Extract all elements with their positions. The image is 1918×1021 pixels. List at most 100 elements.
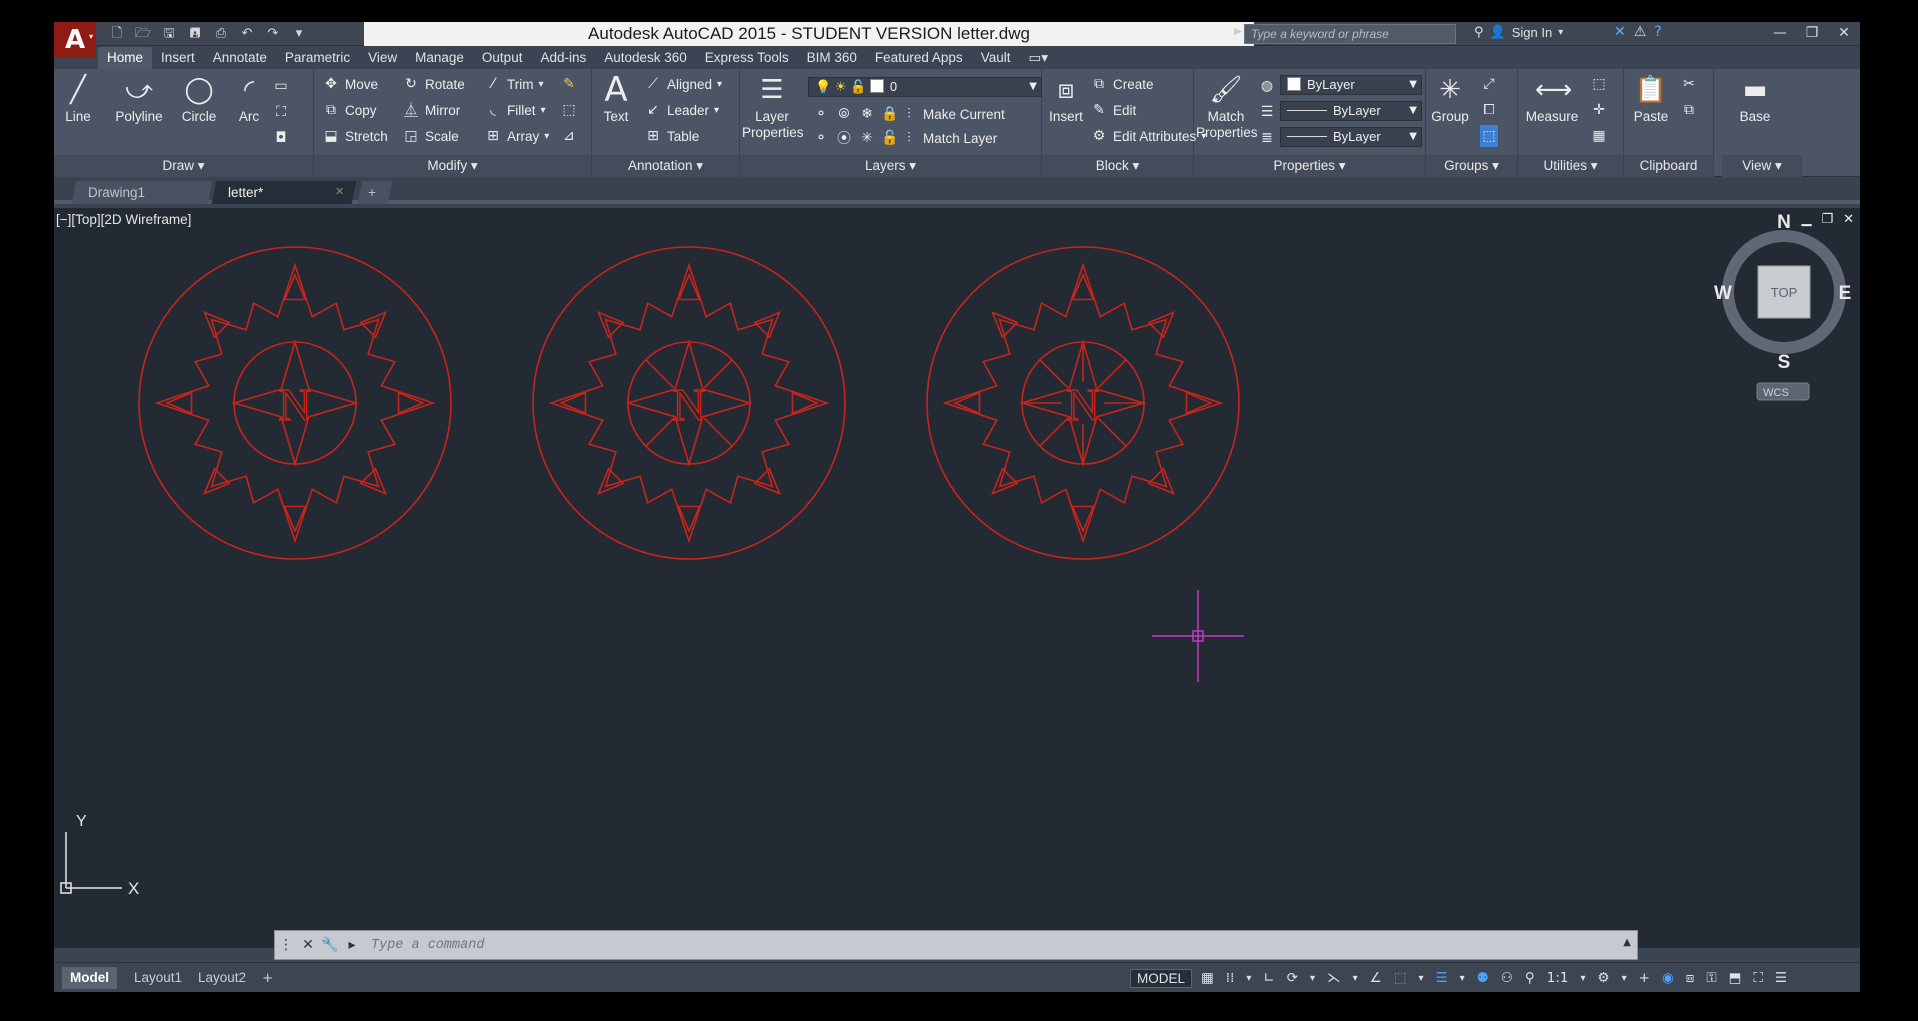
polyline-button[interactable]: ⤻ Polyline [106, 73, 172, 124]
measure-button[interactable]: ⟷ Measure [1522, 73, 1582, 124]
chevron-down-icon[interactable]: ▾ [1307, 973, 1318, 984]
polar-icon[interactable]: ⟳ [1284, 970, 1301, 986]
tab-featured-apps[interactable]: Featured Apps [866, 47, 972, 69]
trim-button[interactable]: ⁄ Trim ▾ [484, 73, 544, 95]
mirror-button[interactable]: ⏅ Mirror [402, 99, 460, 121]
layer-lock-icon[interactable]: 🔒 [881, 106, 899, 122]
close-icon[interactable]: ✕ [335, 181, 344, 204]
edit-attributes-button[interactable]: ⚙ Edit Attributes ▾ [1090, 125, 1207, 147]
tab-express-tools[interactable]: Express Tools [696, 47, 798, 69]
ribbon-minimize-icon[interactable]: ▭▾ [1019, 47, 1057, 69]
tab-autodesk-360[interactable]: Autodesk 360 [595, 47, 696, 69]
layout-tab-model[interactable]: Model [62, 967, 117, 989]
layer-thaw-icon[interactable]: ✳ [858, 130, 876, 146]
redo-icon[interactable]: ↷ [262, 25, 284, 43]
ortho-icon[interactable]: ∟ [1260, 970, 1277, 986]
tab-vault[interactable]: Vault [972, 47, 1020, 69]
auto-scale-icon[interactable]: ⚇ [1498, 970, 1516, 986]
text-button[interactable]: A Text [596, 73, 636, 124]
a360-icon[interactable]: ⚠ [1634, 24, 1647, 40]
binoculars-icon[interactable]: ⚲ [1474, 25, 1484, 40]
chevron-down-icon[interactable]: ▾ [1350, 973, 1361, 984]
arc-button[interactable]: ◜ Arc [226, 73, 272, 124]
lineweight-display-icon[interactable]: ☰ [1433, 970, 1451, 986]
annotation-panel-title[interactable]: Annotation ▾ [592, 155, 739, 177]
chevron-down-icon[interactable]: ▾ [1577, 973, 1588, 984]
grid-icon[interactable]: ▦ [1198, 970, 1217, 986]
rotate-button[interactable]: ↻ Rotate [402, 73, 465, 95]
modify-panel-title[interactable]: Modify ▾ [314, 155, 591, 177]
layers-panel-title[interactable]: Layers ▾ [740, 155, 1041, 177]
layer-dropdown[interactable]: 💡 ☀ 🔓 0 ▼ [808, 77, 1042, 97]
close-icon[interactable]: ✕ [297, 937, 319, 953]
cut-button[interactable]: ✂ [1680, 73, 1698, 95]
customize-icon[interactable]: ▾ [288, 25, 310, 43]
open-icon[interactable]: 🗁 [132, 25, 154, 43]
table-button[interactable]: ⊞ Table [644, 125, 699, 147]
tab-insert[interactable]: Insert [152, 47, 204, 69]
command-input[interactable] [371, 933, 1571, 957]
viewcube-south[interactable]: S [1778, 352, 1791, 373]
view-panel-title[interactable]: View ▾ [1722, 155, 1802, 177]
snap-icon[interactable]: ⁞⁞ [1223, 970, 1238, 986]
leader-button[interactable]: ↙ Leader ▾ [644, 99, 719, 121]
tab-parametric[interactable]: Parametric [276, 47, 359, 69]
dimension-aligned-button[interactable]: ⟋ Aligned ▾ [644, 73, 722, 95]
erase-button[interactable]: ✎ [560, 73, 578, 95]
id-point-button[interactable]: ✛ [1590, 99, 1608, 121]
isolate-objects-icon[interactable]: ⧈ [1683, 970, 1698, 986]
new-icon[interactable]: 🗋 [106, 25, 128, 43]
viewcube-west[interactable]: W [1714, 283, 1732, 304]
create-block-button[interactable]: ⧉ Create [1090, 73, 1154, 95]
calculator-button[interactable]: ▦ [1590, 125, 1608, 147]
command-grip-icon[interactable]: ⋮ [275, 937, 297, 953]
file-tab-letter[interactable]: letter* ✕ [211, 181, 357, 204]
block-panel-title[interactable]: Block ▾ [1042, 155, 1193, 177]
layer-isolate-icon[interactable]: ⦾ [835, 106, 853, 122]
linetype-button[interactable]: ☰ [1258, 101, 1276, 123]
chevron-down-icon[interactable]: ▾ [1415, 973, 1426, 984]
group-selection-toggle[interactable]: ⬚ [1480, 125, 1498, 147]
copy-clip-button[interactable]: ⧉ [1680, 99, 1698, 121]
new-tab-button[interactable]: + [357, 181, 393, 204]
array-button[interactable]: ⊞ Array ▾ [484, 125, 549, 147]
viewcube-north[interactable]: N [1777, 212, 1791, 233]
save-icon[interactable]: 🖫 [158, 25, 180, 43]
lineweight-button[interactable]: ≣ [1258, 127, 1276, 149]
chevron-down-icon[interactable]: ▾ [1457, 973, 1468, 984]
hardware-acceleration-icon[interactable]: ◉ [1659, 970, 1677, 986]
help-icon[interactable]: ? [1654, 24, 1661, 40]
hatch-button[interactable]: ⛶ [272, 101, 290, 123]
chevron-up-icon[interactable]: ▲ [1623, 937, 1631, 948]
lineweight-dropdown[interactable]: ByLayer ▼ [1280, 127, 1422, 147]
layer-unisolate-icon[interactable]: ⦿ [835, 128, 853, 148]
clipboard-panel-title[interactable]: Clipboard [1624, 155, 1713, 177]
line-button[interactable]: ╱ Line [56, 73, 100, 124]
make-current-button[interactable]: ⫶ Make Current [900, 103, 1005, 125]
quick-select-button[interactable]: ⬚ [1590, 73, 1608, 95]
save-as-icon[interactable]: 🖪 [184, 25, 206, 43]
chevron-down-icon[interactable]: ▾ [1619, 973, 1630, 984]
group-button[interactable]: ✳ Group [1428, 73, 1472, 124]
add-layout-button[interactable]: + [254, 967, 281, 989]
layer-on-icon[interactable]: ⚬ [812, 130, 830, 146]
circle-button[interactable]: ◯ Circle [174, 73, 224, 124]
undo-icon[interactable]: ↶ [236, 25, 258, 43]
explode-button[interactable]: ⬚ [560, 99, 578, 121]
workspace-gear-icon[interactable]: ⚙ [1595, 970, 1613, 986]
annotation-scale-value[interactable]: 1:1 [1544, 970, 1572, 986]
annotation-scale-icon[interactable]: ⚲ [1522, 970, 1538, 986]
annotation-visibility-icon[interactable]: ⚉ [1474, 970, 1492, 986]
layout-tab-layout1[interactable]: Layout1 [126, 967, 190, 989]
command-history-icon[interactable]: ▸ [341, 937, 363, 953]
utilities-panel-title[interactable]: Utilities ▾ [1518, 155, 1623, 177]
application-menu-button[interactable]: A ▾ [54, 22, 96, 58]
layer-unlock-icon[interactable]: 🔓 [881, 130, 899, 146]
ungroup-button[interactable]: ⤢ [1480, 73, 1498, 95]
boundary-button[interactable]: ◘ [272, 127, 290, 149]
viewcube-east[interactable]: E [1839, 283, 1852, 304]
fillet-button[interactable]: ◟ Fillet ▾ [484, 99, 545, 121]
minimize-icon[interactable]: — [1764, 22, 1796, 44]
groups-panel-title[interactable]: Groups ▾ [1426, 155, 1517, 177]
layer-properties-button[interactable]: ☰ Layer Properties [742, 73, 804, 141]
